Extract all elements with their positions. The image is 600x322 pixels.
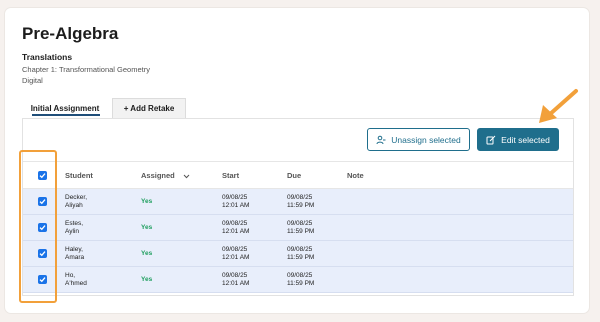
due-time: 11:59 PM [287, 280, 315, 287]
assigned-column-header[interactable]: Assigned [141, 171, 190, 181]
due-datetime: 09/08/25 11:59 PM [287, 246, 314, 262]
due-date: 09/08/25 [287, 246, 313, 253]
due-date: 09/08/25 [287, 272, 313, 279]
start-datetime: 09/08/25 12:01 AM [222, 220, 249, 236]
student-name: Haley, Amara [65, 246, 84, 262]
row-checkbox[interactable] [38, 197, 47, 206]
due-date: 09/08/25 [287, 194, 313, 201]
student-name: Decker, Aliyah [65, 194, 87, 210]
student-first-name: Aliyah [65, 202, 83, 209]
start-datetime: 09/08/25 12:01 AM [222, 194, 249, 210]
table-row[interactable]: Haley, Amara Yes 09/08/25 12:01 AM 09/08… [23, 241, 573, 267]
chapter-label: Chapter 1: Transformational Geometry [22, 65, 150, 74]
assigned-status: Yes [141, 224, 153, 231]
student-first-name: Amara [65, 254, 85, 261]
tab-bar: Initial Assignment + Add Retake [22, 98, 186, 118]
student-name: Estes, Aylin [65, 220, 83, 236]
assignment-title: Translations [22, 52, 73, 62]
start-datetime: 09/08/25 12:01 AM [222, 246, 249, 262]
edit-selected-label: Edit selected [501, 134, 550, 145]
tab-initial-assignment[interactable]: Initial Assignment [22, 98, 108, 118]
start-datetime: 09/08/25 12:01 AM [222, 272, 249, 288]
table-row[interactable]: Estes, Aylin Yes 09/08/25 12:01 AM 09/08… [23, 215, 573, 241]
assigned-status: Yes [141, 250, 153, 257]
row-checkbox[interactable] [38, 249, 47, 258]
table-row[interactable]: Ho, A'hmed Yes 09/08/25 12:01 AM 09/08/2… [23, 267, 573, 293]
student-last-name: Decker, [65, 194, 88, 201]
student-name: Ho, A'hmed [65, 272, 87, 288]
due-time: 11:59 PM [287, 254, 315, 261]
assigned-column-label: Assigned [141, 171, 175, 180]
start-time: 12:01 AM [222, 202, 250, 209]
assignment-panel: Unassign selected Edit selected Student … [22, 118, 574, 296]
start-time: 12:01 AM [222, 254, 250, 261]
start-column-header: Start [222, 171, 240, 180]
select-all-checkbox[interactable] [38, 171, 47, 180]
tab-add-retake[interactable]: + Add Retake [112, 98, 186, 118]
student-last-name: Haley, [65, 246, 83, 253]
due-datetime: 09/08/25 11:59 PM [287, 272, 314, 288]
due-time: 11:59 PM [287, 202, 315, 209]
student-first-name: A'hmed [65, 280, 87, 287]
edit-pencil-icon [486, 135, 496, 145]
due-date: 09/08/25 [287, 220, 313, 227]
student-last-name: Estes, [65, 220, 84, 227]
start-date: 09/08/25 [222, 220, 248, 227]
unassign-selected-label: Unassign selected [391, 134, 461, 145]
due-column-header: Due [287, 171, 302, 180]
student-column-header: Student [65, 171, 93, 180]
row-checkbox[interactable] [38, 223, 47, 232]
due-datetime: 09/08/25 11:59 PM [287, 194, 314, 210]
start-date: 09/08/25 [222, 246, 248, 253]
due-datetime: 09/08/25 11:59 PM [287, 220, 314, 236]
assigned-status: Yes [141, 276, 153, 283]
row-checkbox[interactable] [38, 275, 47, 284]
person-remove-icon [376, 135, 386, 145]
table-header: Student Assigned Start Due Note [23, 161, 573, 189]
chevron-down-icon [183, 172, 190, 181]
orange-arrow-icon [536, 88, 580, 131]
start-time: 12:01 AM [222, 280, 250, 287]
due-time: 11:59 PM [287, 228, 315, 235]
student-last-name: Ho, [65, 272, 76, 279]
start-date: 09/08/25 [222, 272, 248, 279]
start-date: 09/08/25 [222, 194, 248, 201]
student-first-name: Aylin [65, 228, 79, 235]
page-title: Pre-Algebra [22, 24, 119, 43]
unassign-selected-button[interactable]: Unassign selected [367, 128, 470, 151]
assigned-status: Yes [141, 198, 153, 205]
format-label: Digital [22, 76, 43, 85]
edit-selected-button[interactable]: Edit selected [477, 128, 559, 151]
table-row[interactable]: Decker, Aliyah Yes 09/08/25 12:01 AM 09/… [23, 189, 573, 215]
start-time: 12:01 AM [222, 228, 250, 235]
note-column-header: Note [347, 171, 364, 180]
